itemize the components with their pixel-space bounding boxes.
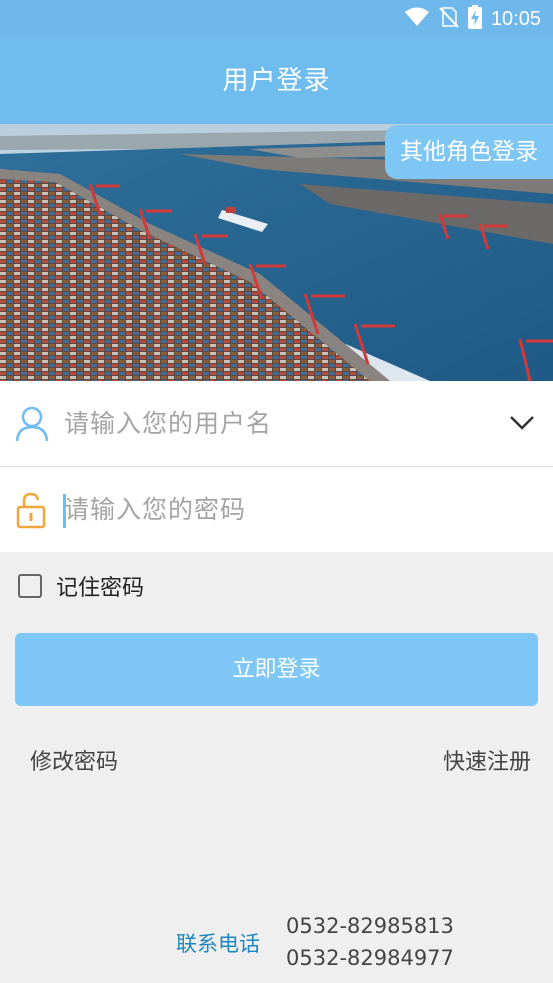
app-bar: 用户登录 bbox=[0, 38, 553, 124]
password-placeholder: 请输入您的密码 bbox=[64, 495, 247, 524]
wifi-icon bbox=[404, 7, 430, 31]
battery-charging-icon bbox=[467, 5, 482, 33]
login-button[interactable]: 立即登录 bbox=[15, 633, 538, 706]
phone-number[interactable]: 0532-82985813 bbox=[286, 914, 454, 938]
username-field[interactable]: 请输入您的用户名 bbox=[0, 381, 553, 467]
remember-label: 记住密码 bbox=[56, 576, 145, 601]
status-icons: 10:05 bbox=[404, 5, 541, 33]
contact-phone-label: 联系电话 bbox=[176, 932, 260, 956]
remember-password-toggle[interactable]: 记住密码 bbox=[18, 570, 144, 602]
quick-register-link[interactable]: 快速注册 bbox=[443, 744, 531, 776]
user-icon bbox=[14, 405, 50, 443]
status-time: 10:05 bbox=[490, 7, 541, 30]
phone-number[interactable]: 0532-82984977 bbox=[286, 946, 454, 970]
password-field[interactable]: 请输入您的密码 bbox=[0, 467, 553, 552]
change-password-link[interactable]: 修改密码 bbox=[30, 744, 118, 776]
page-title: 用户登录 bbox=[222, 66, 331, 96]
no-sim-icon bbox=[439, 6, 459, 32]
other-role-login-button[interactable]: 其他角色登录 bbox=[385, 125, 553, 179]
chevron-down-icon[interactable] bbox=[509, 411, 535, 433]
remember-checkbox[interactable] bbox=[18, 574, 42, 598]
username-placeholder: 请输入您的用户名 bbox=[64, 409, 273, 438]
text-cursor bbox=[63, 494, 66, 528]
unlock-icon bbox=[14, 491, 50, 529]
status-bar: 10:05 bbox=[0, 0, 553, 38]
